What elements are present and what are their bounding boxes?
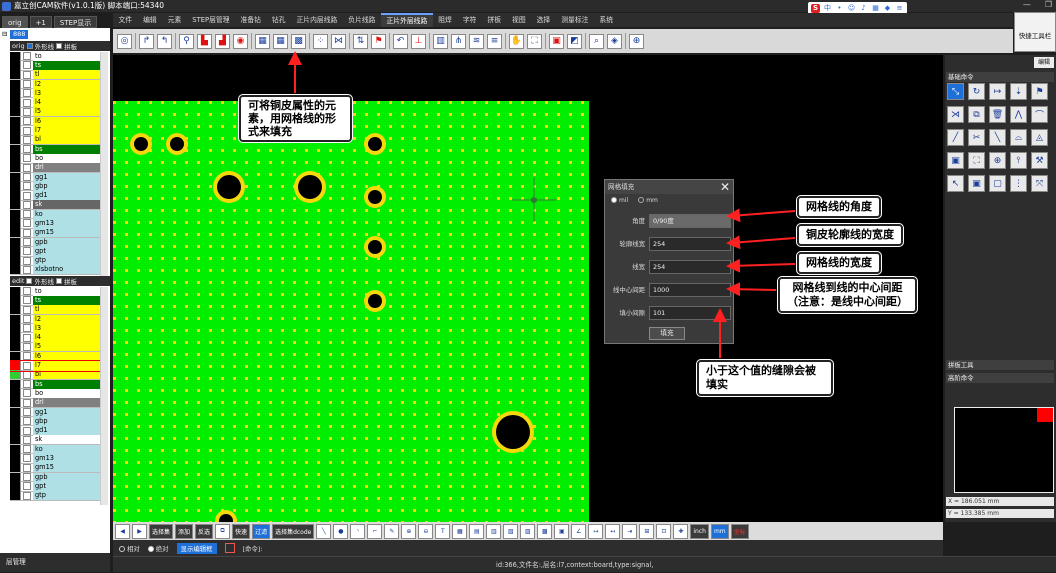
center-icon[interactable]: ⊕ (989, 152, 1006, 169)
command-bar: 相对 绝对 显示编辑框 [命令]: (113, 540, 943, 556)
arrow-outline (726, 235, 796, 250)
circle-tool-icon[interactable]: ● (333, 523, 349, 539)
bottom-toolbar: ◀ ▶ 选择集 添加 反选 ⧉ 快速 过滤 选择集dcode ╲ ● ◝ ⌐ ✎… (113, 522, 943, 540)
text-tool-icon[interactable]: T (435, 523, 451, 539)
mm-button[interactable]: mm (710, 523, 729, 539)
copy-icon[interactable]: ⧉ (968, 106, 985, 123)
pointer-icon[interactable]: ↖ (947, 175, 964, 192)
measure-tool-icon[interactable]: ⇥ (622, 523, 638, 539)
edit-button[interactable]: 编辑 (1034, 57, 1054, 68)
coord-x: X = 186.051 mm (946, 497, 1054, 506)
arrow-width (726, 258, 796, 273)
box-select-icon[interactable]: ▣ (968, 175, 985, 192)
coord-button[interactable]: 坐标 (730, 523, 749, 539)
arrow-spacing (726, 282, 777, 297)
coord-y: Y = 133.385 mm (946, 509, 1054, 518)
resize-icon[interactable]: ⛶ (968, 152, 985, 169)
select-icon[interactable]: ⤡ (947, 83, 964, 100)
selection-dcode-button[interactable]: 选择集dcode (272, 523, 315, 539)
line-tool-icon[interactable]: ╲ (316, 523, 332, 539)
filter-button[interactable]: 过滤 (252, 523, 271, 539)
pattern2-tool-icon[interactable]: ▥ (486, 523, 502, 539)
undo-arrow-icon[interactable]: ◀ (115, 523, 130, 539)
delete-icon[interactable]: 🗑 (989, 106, 1006, 123)
status-bar: id:366,文件名:,层名:l7,context:board,type:sig… (113, 556, 1056, 572)
pattern6-tool-icon[interactable]: ▣ (554, 523, 570, 539)
grid-tool-icon[interactable]: ▦ (452, 523, 468, 539)
dim-tool-icon[interactable]: ↦ (588, 523, 604, 539)
dim2-tool-icon[interactable]: ↤ (605, 523, 621, 539)
pin-icon[interactable]: ⇣ (1010, 83, 1027, 100)
basic-commands-grid: ⤡ ↻ ↦ ⇣ ⚑ ⋊ ⧉ 🗑 ⋀ ⌒ ╱ ✂ ╲ ⌓ ◬ ▣ ⛶ ⊕ ⫯ ⚒ ↖ ▣ ▢ ⋮ ⤧ (947, 83, 1052, 192)
rotate-icon[interactable]: ↻ (968, 83, 985, 100)
corner-icon[interactable]: ⌒ (1031, 106, 1048, 123)
minimap-viewport[interactable] (1037, 408, 1053, 422)
show-edit-box-button[interactable]: 显示编辑框 (176, 542, 217, 554)
polyline-tool-icon[interactable]: ⌐ (367, 523, 383, 539)
absolute-radio[interactable]: 绝对 (147, 544, 169, 553)
snap-tool-icon[interactable]: ⊞ (639, 523, 655, 539)
callout-arrows (288, 51, 796, 358)
minimap[interactable] (954, 407, 1054, 493)
panel-tools-header[interactable]: 拼板工具 (946, 360, 1054, 370)
add-tool-icon[interactable]: ⊕ (401, 523, 417, 539)
quick-button[interactable]: 快速 (232, 523, 251, 539)
fillet-icon[interactable]: ⌓ (1010, 129, 1027, 146)
flag-icon[interactable]: ⚑ (1031, 83, 1048, 100)
arc-tool-icon[interactable]: ◝ (350, 523, 366, 539)
selection-set-button[interactable]: 选择集 (149, 523, 174, 539)
cross-tool-icon[interactable]: ✚ (673, 523, 689, 539)
move2-icon[interactable]: ⤧ (1031, 175, 1048, 192)
diag-icon[interactable]: ╲ (989, 129, 1006, 146)
chamfer-icon[interactable]: ◬ (1031, 129, 1048, 146)
arrow-angle (726, 208, 796, 223)
line-icon[interactable]: ╱ (947, 129, 964, 146)
snap2-tool-icon[interactable]: ⊡ (656, 523, 672, 539)
minus-tool-icon[interactable]: ⊖ (418, 523, 434, 539)
stretch-icon[interactable]: ⋊ (947, 106, 964, 123)
tools-icon[interactable]: ⚒ (1031, 152, 1048, 169)
pattern4-tool-icon[interactable]: ▨ (520, 523, 536, 539)
join-icon[interactable]: ⋀ (1010, 106, 1027, 123)
redo-arrow-icon[interactable]: ▶ (132, 523, 147, 539)
basic-commands-header[interactable]: 基础命令 (946, 72, 1054, 82)
box-select2-icon[interactable]: ▢ (989, 175, 1006, 192)
inch-button[interactable]: inch (690, 523, 709, 539)
pattern5-tool-icon[interactable]: ▩ (537, 523, 553, 539)
break-icon[interactable]: ✂ (968, 129, 985, 146)
pad-icon[interactable]: ▣ (947, 152, 964, 169)
advanced-commands-header[interactable]: 高阶命令 (946, 373, 1054, 383)
add-button[interactable]: 添加 (175, 523, 194, 539)
command-icon (224, 543, 235, 553)
split-icon[interactable]: ⋮ (1010, 175, 1027, 192)
pattern3-tool-icon[interactable]: ▧ (503, 523, 519, 539)
angle-tool-icon[interactable]: ∠ (571, 523, 587, 539)
edit-tool-icon[interactable]: ✎ (384, 523, 400, 539)
pattern-tool-icon[interactable]: ▤ (469, 523, 485, 539)
trim-icon[interactable]: ⫯ (1010, 152, 1027, 169)
copy-icon[interactable]: ⧉ (215, 523, 231, 539)
move-icon[interactable]: ↦ (989, 83, 1006, 100)
invert-button[interactable]: 反选 (195, 523, 214, 539)
command-prompt[interactable]: [命令]: (243, 544, 263, 553)
relative-radio[interactable]: 相对 (119, 544, 140, 553)
